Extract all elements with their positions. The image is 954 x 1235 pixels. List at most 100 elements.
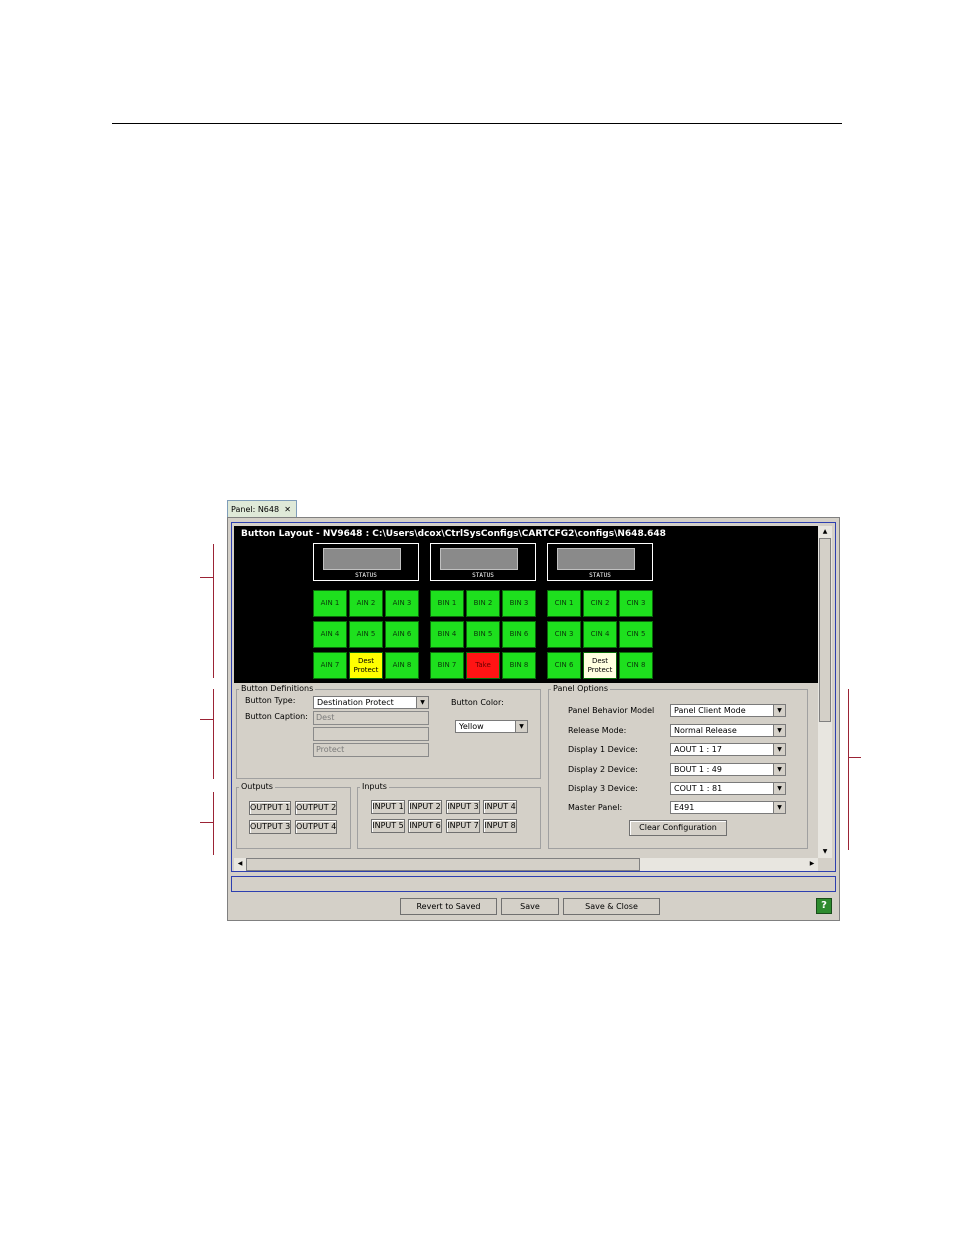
display-3-value: COUT 1 : 81 — [674, 784, 723, 793]
input-button[interactable]: INPUT 4 — [483, 800, 517, 814]
output-button[interactable]: OUTPUT 1 — [249, 801, 291, 815]
master-panel-select[interactable]: E491 ▼ — [670, 801, 786, 814]
status-label: STATUS — [589, 572, 611, 579]
callout-line-definitions — [213, 689, 214, 779]
button-definitions-legend: Button Definitions — [239, 684, 316, 693]
panel-button[interactable]: BIN 4 — [430, 621, 464, 648]
panel-button[interactable]: AIN 7 — [313, 652, 347, 679]
panel-button[interactable]: AIN 5 — [349, 621, 383, 648]
button-color-label: Button Color: — [451, 698, 504, 707]
vertical-scrollbar[interactable]: ▲ ▼ — [818, 526, 832, 858]
release-mode-value: Normal Release — [674, 726, 737, 735]
release-mode-label: Release Mode: — [568, 726, 627, 735]
panel-button[interactable]: CIN 4 — [583, 621, 617, 648]
panel-button[interactable]: CIN 5 — [619, 621, 653, 648]
button-caption-label: Button Caption: — [245, 712, 308, 721]
caption-line-3[interactable]: Protect — [313, 743, 429, 757]
button-color-select[interactable]: Yellow ▼ — [455, 720, 528, 733]
input-button[interactable]: INPUT 2 — [408, 800, 442, 814]
chevron-down-icon[interactable]: ▼ — [773, 744, 785, 755]
output-button[interactable]: OUTPUT 3 — [249, 820, 291, 834]
status-display-1: STATUS — [313, 543, 419, 581]
panel-button[interactable]: BIN 3 — [502, 590, 536, 617]
revert-to-saved-button[interactable]: Revert to Saved — [400, 898, 497, 915]
panel-button[interactable]: AIN 3 — [385, 590, 419, 617]
display-2-select[interactable]: BOUT 1 : 49 ▼ — [670, 763, 786, 776]
chevron-down-icon[interactable]: ▼ — [773, 705, 785, 716]
panel-button[interactable]: CIN 3 — [619, 590, 653, 617]
button-type-value: Destination Protect — [317, 698, 394, 707]
input-button[interactable]: INPUT 8 — [483, 819, 517, 833]
button-color-value: Yellow — [459, 722, 484, 731]
panel-button[interactable]: Dest Protect — [583, 652, 617, 679]
caption-line-1[interactable]: Dest — [313, 711, 429, 725]
input-button[interactable]: INPUT 6 — [408, 819, 442, 833]
panel-button[interactable]: CIN 8 — [619, 652, 653, 679]
callout-tick-definitions — [200, 719, 213, 720]
save-button[interactable]: Save — [501, 898, 559, 915]
horizontal-scrollbar[interactable]: ◀ ▶ — [234, 858, 818, 871]
chevron-down-icon[interactable]: ▼ — [773, 802, 785, 813]
horizontal-scroll-thumb[interactable] — [246, 858, 640, 871]
behavior-model-select[interactable]: Panel Client Mode ▼ — [670, 704, 786, 717]
release-mode-select[interactable]: Normal Release ▼ — [670, 724, 786, 737]
display-3-label: Display 3 Device: — [568, 784, 638, 793]
scroll-left-icon[interactable]: ◀ — [234, 858, 246, 870]
scroll-up-icon[interactable]: ▲ — [819, 526, 831, 538]
panel-button[interactable]: BIN 1 — [430, 590, 464, 617]
display-2-label: Display 2 Device: — [568, 765, 638, 774]
input-button[interactable]: INPUT 1 — [371, 800, 405, 814]
input-button[interactable]: INPUT 3 — [446, 800, 480, 814]
tab-panel[interactable]: Panel: N648 ✕ — [227, 500, 297, 517]
input-button[interactable]: INPUT 7 — [446, 819, 480, 833]
panel-button[interactable]: BIN 2 — [466, 590, 500, 617]
display-3-select[interactable]: COUT 1 : 81 ▼ — [670, 782, 786, 795]
chevron-down-icon[interactable]: ▼ — [773, 764, 785, 775]
panel-button[interactable]: AIN 8 — [385, 652, 419, 679]
panel-button[interactable]: AIN 6 — [385, 621, 419, 648]
panel-button[interactable]: CIN 6 — [547, 652, 581, 679]
panel-button[interactable]: BIN 7 — [430, 652, 464, 679]
input-button[interactable]: INPUT 5 — [371, 819, 405, 833]
panel-button[interactable]: CIN 1 — [547, 590, 581, 617]
close-icon[interactable]: ✕ — [284, 501, 291, 518]
status-display-2: STATUS — [430, 543, 536, 581]
status-screen — [440, 548, 518, 570]
vertical-scroll-thumb[interactable] — [819, 538, 831, 722]
status-screen — [323, 548, 401, 570]
clear-configuration-button[interactable]: Clear Configuration — [629, 820, 727, 836]
display-1-select[interactable]: AOUT 1 : 17 ▼ — [670, 743, 786, 756]
outputs-legend: Outputs — [239, 782, 275, 791]
panel-options-legend: Panel Options — [551, 684, 610, 693]
panel-button[interactable]: AIN 1 — [313, 590, 347, 617]
chevron-down-icon[interactable]: ▼ — [773, 725, 785, 736]
scroll-down-icon[interactable]: ▼ — [819, 846, 831, 858]
panel-button[interactable]: CIN 3 — [547, 621, 581, 648]
master-panel-label: Master Panel: — [568, 803, 623, 812]
panel-button[interactable]: BIN 6 — [502, 621, 536, 648]
callout-tick-options — [848, 757, 861, 758]
panel-button[interactable]: BIN 8 — [502, 652, 536, 679]
panel-button[interactable]: AIN 2 — [349, 590, 383, 617]
panel-button[interactable]: AIN 4 — [313, 621, 347, 648]
chevron-down-icon[interactable]: ▼ — [416, 697, 428, 708]
chevron-down-icon[interactable]: ▼ — [515, 721, 527, 732]
output-button[interactable]: OUTPUT 2 — [295, 801, 337, 815]
output-button[interactable]: OUTPUT 4 — [295, 820, 337, 834]
status-bar — [231, 876, 836, 892]
save-and-close-button[interactable]: Save & Close — [563, 898, 660, 915]
master-panel-value: E491 — [674, 803, 695, 812]
callout-line-options — [848, 689, 849, 850]
panel-button-take[interactable]: Take — [466, 652, 500, 679]
status-label: STATUS — [472, 572, 494, 579]
caption-line-2[interactable] — [313, 727, 429, 741]
panel-button-selected[interactable]: Dest Protect — [349, 652, 383, 679]
scroll-right-icon[interactable]: ▶ — [806, 858, 818, 870]
help-icon[interactable]: ? — [816, 898, 832, 914]
panel-button[interactable]: CIN 2 — [583, 590, 617, 617]
callout-line-layout — [213, 544, 214, 678]
button-type-select[interactable]: Destination Protect ▼ — [313, 696, 429, 709]
chevron-down-icon[interactable]: ▼ — [773, 783, 785, 794]
panel-button[interactable]: BIN 5 — [466, 621, 500, 648]
callout-tick-io — [200, 822, 213, 823]
